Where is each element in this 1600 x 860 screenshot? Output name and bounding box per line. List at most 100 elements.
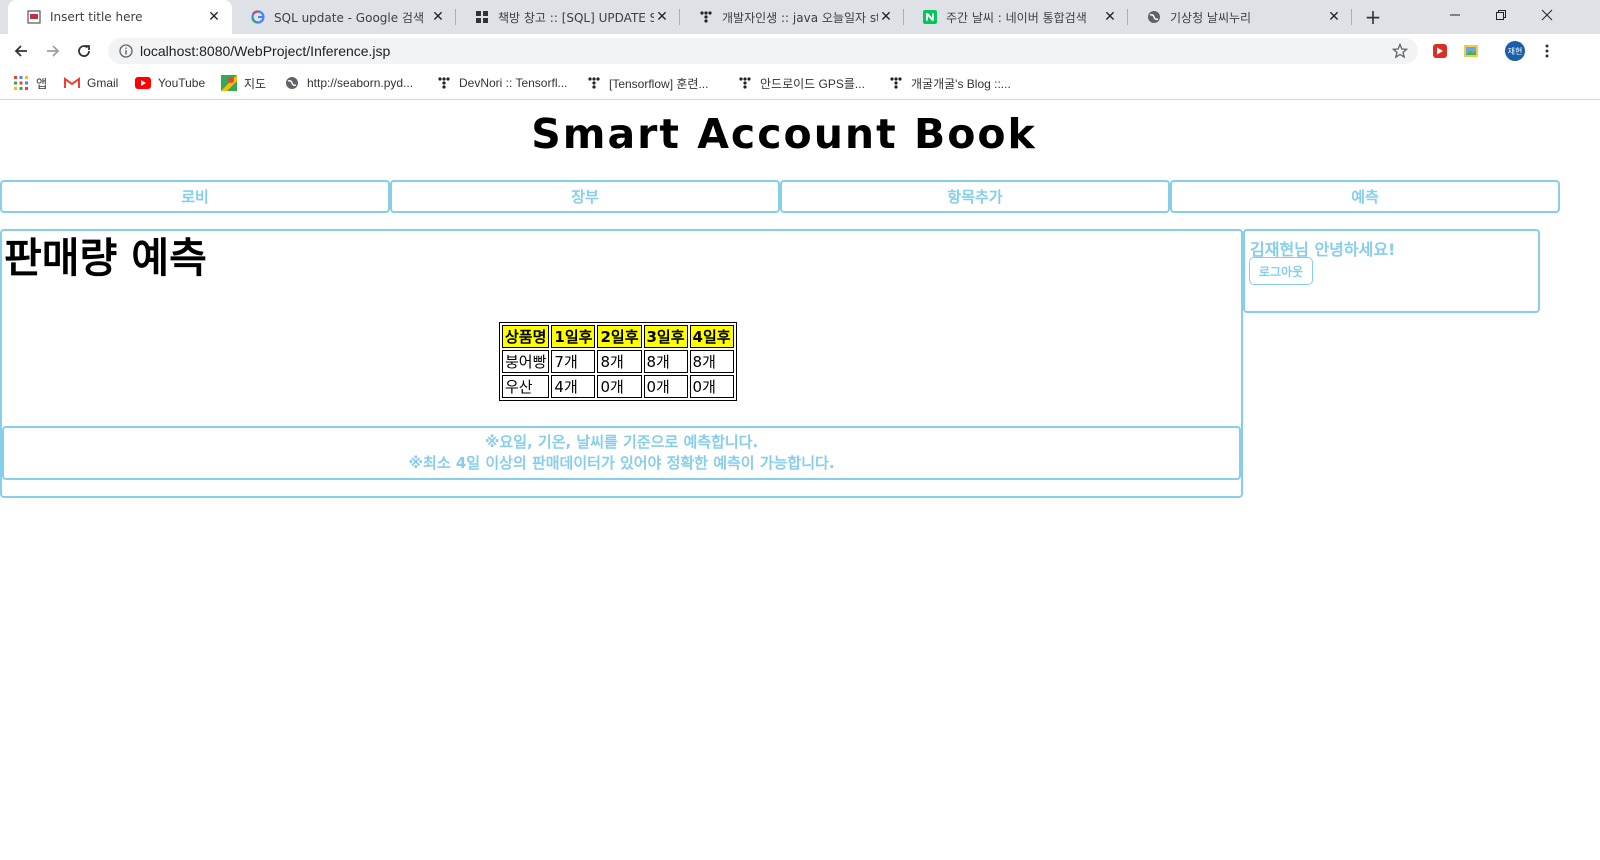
bookmark-label: 앱 [36,76,48,91]
close-icon[interactable]: ✕ [1326,9,1342,25]
bookmark-label: [Tensorflow] 훈련... [609,76,709,91]
close-icon[interactable]: ✕ [430,9,446,25]
bookmark-label: Gmail [87,76,119,90]
prediction-table: 상품명 1일후 2일후 3일후 4일후 붕어빵 7개 8개 8개 8개 우산 4… [499,322,737,401]
bookmark-apps[interactable]: 앱 [13,74,47,92]
page-icon [26,9,42,25]
restore-icon [1496,10,1506,20]
close-icon[interactable]: ✕ [878,9,894,25]
notice-line: ※최소 4일 이상의 판매데이터가 있어야 정확한 예측이 가능합니다. [408,454,835,472]
minimize-icon [1450,14,1460,16]
menu-prediction[interactable]: 예측 [1170,180,1560,213]
close-icon [1541,9,1553,21]
table-cell: 8개 [643,350,688,373]
bookmark-label: 개굴개굴's Blog ::... [911,76,1011,91]
back-button[interactable] [8,38,34,64]
menu-dots-icon[interactable] [1538,41,1556,61]
info-icon[interactable] [118,43,134,59]
table-cell: 8개 [597,350,642,373]
bookmark-label: 안드로이드 GPS를... [760,76,865,91]
gmail-icon [64,75,80,91]
table-header-cell: 4일후 [689,325,734,348]
table-cell: 4개 [551,375,596,398]
menu-lobby[interactable]: 로비 [0,180,390,213]
tistory-icon [436,75,452,91]
close-icon[interactable]: ✕ [1102,9,1118,25]
naver-icon [922,9,938,25]
tab-4[interactable]: 개발자인생 :: java 오늘일자 st ✕ [680,0,904,34]
tab-title: 주간 날씨 : 네이버 통합검색 [946,10,1087,25]
bookmark-seaborn[interactable]: http://seaborn.pyd... [284,74,413,92]
google-icon [250,9,266,25]
extension-image-icon[interactable] [1462,42,1480,60]
site-title: Smart Account Book [531,110,1037,158]
close-window-button[interactable] [1524,0,1570,30]
close-icon[interactable]: ✕ [206,9,222,25]
address-url[interactable]: localhost:8080/WebProject/Inference.jsp [140,43,390,59]
tab-5[interactable]: 주간 날씨 : 네이버 통합검색 ✕ [904,0,1128,34]
tab-2[interactable]: SQL update - Google 검색 ✕ [232,0,456,34]
menu-add-item[interactable]: 항목추가 [780,180,1170,213]
table-header-cell: 2일후 [597,325,642,348]
tab-title: SQL update - Google 검색 [274,10,425,25]
bookmark-label: YouTube [158,76,206,90]
bookmark-devnori[interactable]: DevNori :: Tensorfl... [436,74,567,92]
table-cell: 0개 [689,375,734,398]
close-icon[interactable]: ✕ [654,9,670,25]
new-tab-button[interactable]: + [1360,4,1386,30]
tab-3[interactable]: 책방 창고 :: [SQL] UPDATE SET ✕ [456,0,680,34]
table-cell: 7개 [551,350,596,373]
table-header-cell: 3일후 [643,325,688,348]
table-header-row: 상품명 1일후 2일후 3일후 4일후 [502,325,734,348]
page-heading: 판매량 예측 [4,234,207,282]
logout-button[interactable]: 로그아웃 [1249,257,1313,285]
tistory-icon [888,75,904,91]
tab-1[interactable]: Insert title here ✕ [8,0,232,34]
profile-avatar[interactable]: 재현 [1505,41,1525,61]
table-row: 붕어빵 7개 8개 8개 8개 [502,350,734,373]
globe-icon [284,75,300,91]
bookmark-gmail[interactable]: Gmail [64,74,118,92]
tistory-icon [698,9,714,25]
notice-line: ※요일, 기온, 날씨를 기준으로 예측합니다. [484,433,759,451]
reload-button[interactable] [71,38,97,64]
restore-button[interactable] [1478,0,1524,30]
bookmark-maps[interactable]: 지도 [221,74,266,92]
globe-icon [1146,9,1162,25]
bookmark-blog[interactable]: 개굴개굴's Blog ::... [888,74,1011,92]
blog-icon [474,9,490,25]
table-header-cell: 상품명 [502,325,550,348]
bookmark-label: 지도 [244,76,267,91]
extension-red-icon[interactable] [1431,42,1449,60]
tab-title: 책방 창고 :: [SQL] UPDATE SET [498,10,654,25]
star-icon[interactable] [1390,42,1410,60]
tab-title: 기상청 날씨누리 [1170,10,1252,25]
minimize-button[interactable] [1432,0,1478,30]
arrow-right-icon [47,45,60,57]
table-cell: 0개 [597,375,642,398]
notice-box: ※요일, 기온, 날씨를 기준으로 예측합니다. ※최소 4일 이상의 판매데이… [2,426,1241,480]
bookmark-tensorflow[interactable]: [Tensorflow] 훈련... [586,74,708,92]
maps-icon [221,75,237,91]
bookmark-android-gps[interactable]: 안드로이드 GPS를... [737,74,865,92]
bookmark-label: DevNori :: Tensorfl... [459,76,568,90]
bookmark-youtube[interactable]: YouTube [135,74,205,92]
tab-6[interactable]: 기상청 날씨누리 ✕ [1128,0,1352,34]
table-cell: 우산 [502,375,550,398]
forward-button[interactable] [40,38,66,64]
tab-title: Insert title here [50,10,143,24]
table-cell: 8개 [689,350,734,373]
apps-grid-icon [13,75,29,91]
arrow-left-icon [14,45,27,57]
reload-icon [78,45,90,57]
tab-separator [1351,9,1352,25]
tistory-icon [586,75,602,91]
tistory-icon [737,75,753,91]
youtube-icon [135,75,151,91]
table-cell: 붕어빵 [502,350,550,373]
table-header-cell: 1일후 [551,325,596,348]
tab-title: 개발자인생 :: java 오늘일자 st [722,10,878,25]
table-row: 우산 4개 0개 0개 0개 [502,375,734,398]
menu-ledger[interactable]: 장부 [390,180,780,213]
bookmark-label: http://seaborn.pyd... [307,76,414,90]
